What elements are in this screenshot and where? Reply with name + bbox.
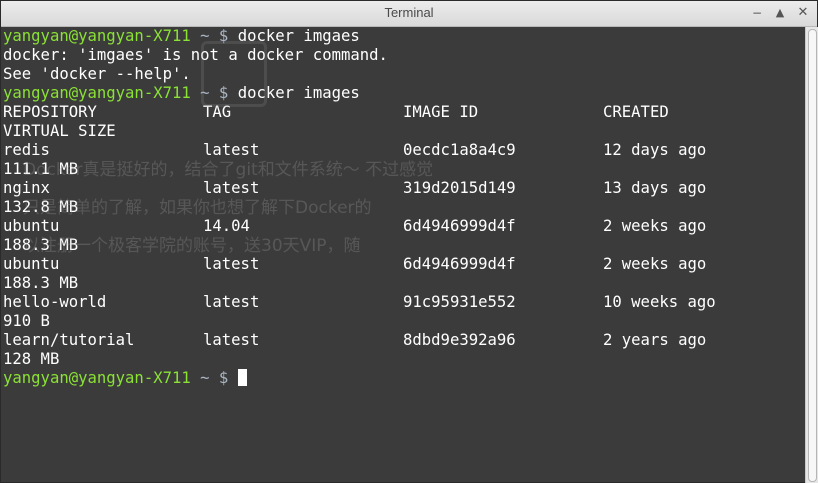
cell-image-id: 0ecdc1a8a4c9 [403, 141, 516, 159]
prompt-user: yangyan@yangyan-X711 [3, 84, 191, 102]
prompt-user: yangyan@yangyan-X711 [3, 27, 191, 45]
cell-size: 188.3 MB [3, 274, 79, 292]
title-bar[interactable]: Terminal − ▲ ✕ [1, 1, 817, 27]
scrollbar-thumb[interactable] [808, 29, 817, 482]
prompt-path: ~ $ [190, 27, 238, 45]
error-line: See 'docker --help'. [3, 65, 191, 83]
minimize-icon[interactable]: − [748, 4, 766, 22]
table-row: learn/tutorial latest 8dbd9e392a96 2 years … [3, 331, 803, 350]
cell-tag: latest [203, 141, 260, 159]
cell-size: 111.1 MB [3, 160, 79, 178]
command-text: docker images [237, 84, 360, 102]
cell-image-id: 319d2015d149 [403, 179, 516, 197]
cell-image-id: 6d4946999d4f [403, 217, 516, 235]
header-created: CREATED [603, 103, 669, 121]
command-text: docker imgaes [237, 27, 360, 45]
table-row: redis latest 0ecdc1a8a4c9 12 days ago [3, 141, 803, 160]
cell-tag: latest [203, 331, 260, 349]
cell-tag: latest [203, 293, 260, 311]
cell-tag: latest [203, 179, 260, 197]
cell-size: 910 B [3, 312, 50, 330]
cell-image-id: 91c95931e552 [403, 293, 516, 311]
cell-repo: ubuntu [3, 255, 60, 273]
cell-size: 128 MB [3, 350, 60, 368]
cell-created: 2 years ago [603, 331, 707, 349]
cell-repo: hello-world [3, 293, 107, 311]
command-line: yangyan@yangyan-X711 ~ $ docker imgaes [3, 27, 803, 46]
cell-created: 10 weeks ago [603, 293, 716, 311]
table-row: ubuntu 14.04 6d4946999d4f 2 weeks ago [3, 217, 803, 236]
prompt-user: yangyan@yangyan-X711 [3, 369, 191, 387]
table-row: hello-world latest 91c95931e552 10 weeks ag… [3, 293, 803, 312]
text-cursor [237, 369, 247, 386]
terminal-window: Terminal − ▲ ✕ yangyan@yangyan-X711 ~ $ … [0, 0, 818, 483]
prompt-path: ~ $ [190, 84, 238, 102]
cell-image-id: 6d4946999d4f [403, 255, 516, 273]
window-title: Terminal [384, 5, 434, 20]
close-icon[interactable]: ✕ [794, 4, 812, 22]
table-header: REPOSITORY TAG IMAGE ID CREATED [3, 103, 803, 122]
cell-image-id: 8dbd9e392a96 [403, 331, 516, 349]
cell-size: 132.8 MB [3, 198, 79, 216]
prompt-path: ~ $ [190, 369, 238, 387]
cell-repo: redis [3, 141, 50, 159]
cell-tag: latest [203, 255, 260, 273]
cell-created: 2 weeks ago [603, 217, 707, 235]
cell-repo: nginx [3, 179, 50, 197]
cell-created: 13 days ago [603, 179, 707, 197]
error-line: docker: 'imgaes' is not a docker command… [3, 46, 388, 64]
table-row: ubuntu latest 6d4946999d4f 2 weeks ago [3, 255, 803, 274]
cell-tag: 14.04 [203, 217, 250, 235]
terminal-output[interactable]: yangyan@yangyan-X711 ~ $ docker imgaes d… [3, 27, 803, 483]
vertical-scrollbar[interactable] [805, 27, 818, 483]
table-row: nginx latest 319d2015d149 13 days ago [3, 179, 803, 198]
command-line[interactable]: yangyan@yangyan-X711 ~ $ [3, 369, 803, 388]
cell-created: 12 days ago [603, 141, 707, 159]
header-virtual-size: VIRTUAL SIZE [3, 122, 116, 140]
cell-created: 2 weeks ago [603, 255, 707, 273]
header-tag: TAG [203, 103, 232, 121]
cell-repo: learn/tutorial [3, 331, 135, 349]
maximize-icon[interactable]: ▲ [771, 4, 789, 22]
header-image-id: IMAGE ID [403, 103, 479, 121]
command-line: yangyan@yangyan-X711 ~ $ docker images [3, 84, 803, 103]
header-repository: REPOSITORY [3, 103, 97, 121]
cell-repo: ubuntu [3, 217, 60, 235]
cell-size: 188.3 MB [3, 236, 79, 254]
